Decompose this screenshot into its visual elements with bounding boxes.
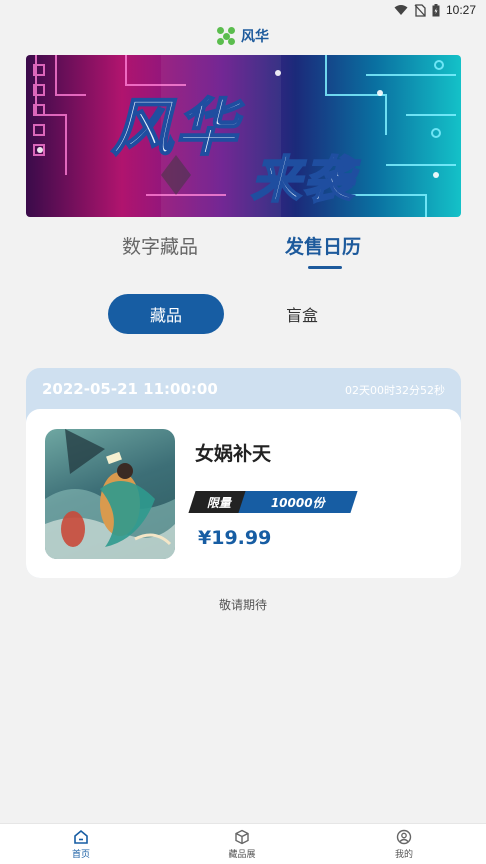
banner-title-line2: 来袭: [250, 149, 355, 210]
app-title: 风华: [241, 29, 269, 45]
home-icon: [74, 829, 88, 844]
subtab-collectibles[interactable]: 藏品: [108, 294, 224, 334]
limit-quantity: 10000份: [238, 491, 358, 513]
collectible-name: 女娲补天: [195, 443, 272, 465]
release-countdown: 02天00时32分52秒: [345, 384, 445, 397]
limit-label-text: 限量: [206, 495, 231, 510]
limit-quantity-text: 10000份: [271, 495, 325, 510]
nuwa-artwork-image: [45, 429, 175, 559]
release-card[interactable]: 2022-05-21 11:00:00 02天00时32分52秒 女娲补天 限量…: [26, 368, 461, 578]
nav-home-label: 首页: [71, 850, 90, 860]
wifi-icon: [394, 5, 408, 15]
bottom-nav: 首页 藏品展 我的: [0, 823, 486, 864]
logo-icon: [217, 27, 235, 45]
coming-soon-note: 敬请期待: [218, 598, 267, 612]
status-icons: 10:27: [394, 3, 476, 17]
active-tab-indicator: [308, 266, 342, 269]
nav-home[interactable]: 首页: [41, 829, 121, 860]
tab-digital-collectibles[interactable]: 数字藏品: [122, 232, 198, 259]
nav-gallery-label: 藏品展: [228, 850, 256, 860]
nav-profile[interactable]: 我的: [364, 829, 444, 860]
user-icon: [396, 829, 412, 845]
battery-icon: [432, 3, 440, 16]
status-time: 10:27: [445, 3, 476, 17]
card-body: 女娲补天 限量 10000份 ¥19.99: [26, 409, 461, 578]
release-datetime: 2022-05-21 11:00:00: [42, 380, 218, 398]
collectible-price: ¥19.99: [198, 527, 272, 549]
tab-release-calendar[interactable]: 发售日历: [285, 232, 361, 259]
nav-gallery[interactable]: 藏品展: [202, 829, 282, 860]
cube-icon: [235, 829, 249, 845]
circuit-pattern: [33, 55, 456, 217]
hero-banner[interactable]: 风华 来袭: [26, 55, 461, 217]
no-sim-icon: [414, 3, 426, 17]
status-bar: 10:27: [0, 0, 486, 22]
collectible-thumbnail[interactable]: [45, 429, 175, 559]
main-tabs: 数字藏品 发售日历: [0, 232, 486, 272]
limit-badge: 限量 10000份: [188, 491, 362, 513]
app-header: 风华: [0, 24, 486, 48]
nav-profile-label: 我的: [394, 850, 413, 860]
banner-title-line1: 风华: [110, 90, 240, 165]
subtab-blind-box[interactable]: 盲盒: [260, 294, 344, 334]
sub-tabs: 藏品 盲盒: [0, 294, 486, 334]
